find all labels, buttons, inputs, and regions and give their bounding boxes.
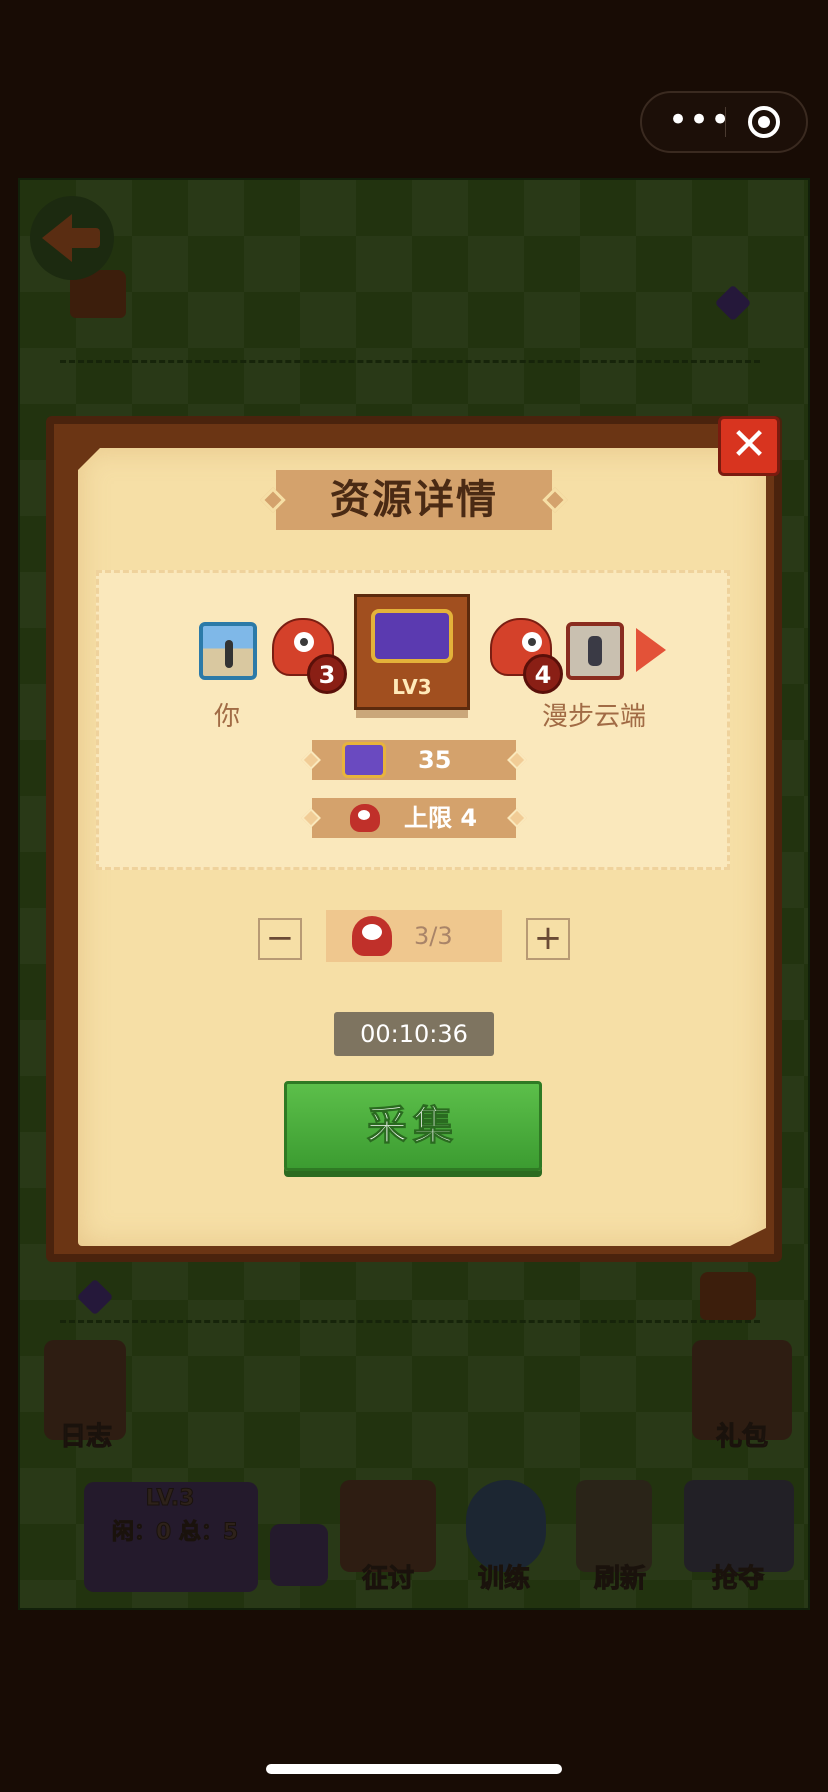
increase-button[interactable]: + xyxy=(526,918,570,960)
more-dots-icon[interactable]: ••• xyxy=(668,103,731,137)
crystal-icon xyxy=(76,1278,114,1316)
monster-icon xyxy=(350,804,380,832)
dialog-title: 资源详情 xyxy=(330,477,498,523)
stepper-value: 3/3 xyxy=(414,922,453,950)
monster-stepper: 3/3 xyxy=(326,910,502,962)
back-button[interactable] xyxy=(30,196,114,280)
your-monster-count: 3 xyxy=(307,654,347,694)
treasure-chest-icon xyxy=(371,609,453,663)
opponent-name: 漫步云端 xyxy=(542,702,647,732)
tree-stump-icon xyxy=(700,1272,756,1320)
expedition-label[interactable]: 征讨 xyxy=(338,1558,438,1595)
base-level: LV.3 xyxy=(145,1486,195,1512)
capsule-divider xyxy=(725,107,726,137)
close-x-icon[interactable]: ✕ xyxy=(718,416,780,476)
your-avatar[interactable] xyxy=(199,622,257,680)
opponent-avatar[interactable] xyxy=(566,622,624,680)
monster-icon xyxy=(352,916,392,956)
target-circle-icon[interactable] xyxy=(748,106,780,138)
decrease-button[interactable]: − xyxy=(258,918,302,960)
miniprogram-capsule: ••• xyxy=(640,91,808,153)
train-label[interactable]: 训练 xyxy=(454,1558,554,1595)
countdown-timer: 00:10:36 xyxy=(334,1012,494,1056)
next-arrow-icon[interactable] xyxy=(636,628,666,672)
collect-button[interactable]: 采集 xyxy=(284,1081,542,1171)
limit-bar: 上限 4 xyxy=(301,798,527,838)
path-line xyxy=(60,1320,760,1323)
refresh-label[interactable]: 刷新 xyxy=(570,1558,670,1595)
your-name: 你 xyxy=(214,702,241,732)
title-banner: 资源详情 xyxy=(260,470,568,530)
resource-amount: 35 xyxy=(418,746,452,774)
resource-level: LV3 xyxy=(392,675,432,699)
chest-icon xyxy=(342,742,386,778)
treasure-chest-tile: LV3 xyxy=(354,594,470,710)
opponent-monster-count: 4 xyxy=(523,654,563,694)
path-line xyxy=(60,360,760,363)
limit-label: 上限 4 xyxy=(404,804,478,832)
base-status: 闲：0 总：5 xyxy=(111,1520,239,1546)
raid-label[interactable]: 抢夺 xyxy=(688,1558,788,1595)
gift-label[interactable]: 礼包 xyxy=(692,1416,792,1453)
log-label[interactable]: 日志 xyxy=(36,1416,136,1453)
crystal-icon xyxy=(714,284,752,322)
resource-amount-bar: 35 xyxy=(301,740,527,780)
rock-icon xyxy=(270,1524,328,1586)
home-indicator[interactable] xyxy=(266,1764,562,1774)
